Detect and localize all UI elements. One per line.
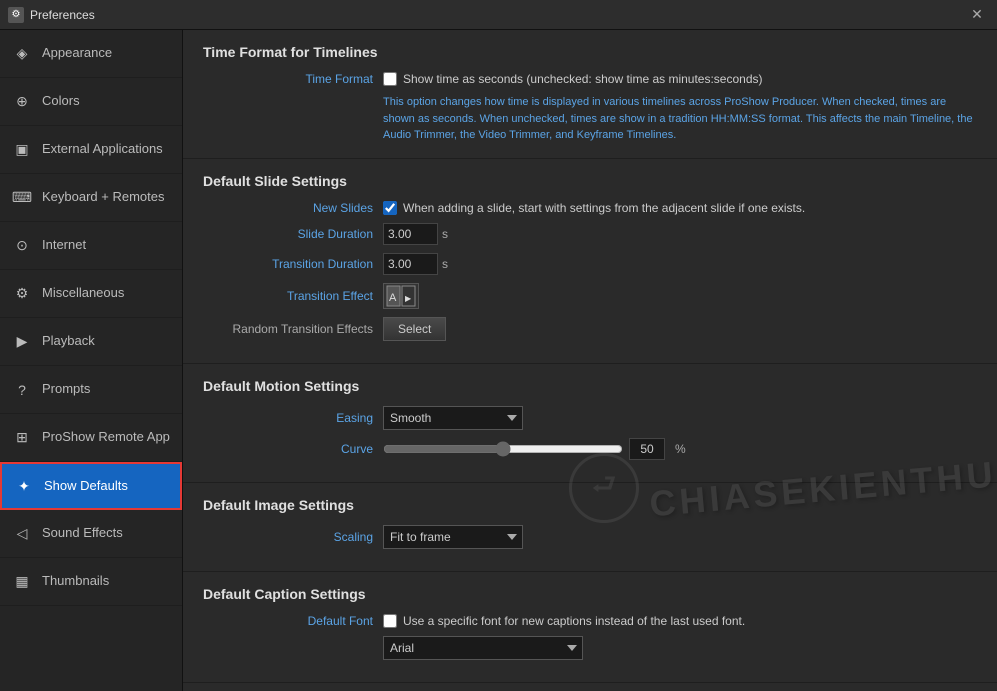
section-title-time-format: Time Format for Timelines [203,44,977,60]
time-format-checkbox-wrapper: Show time as seconds (unchecked: show ti… [383,72,763,86]
transition-duration-input[interactable] [383,253,438,275]
sidebar-item-appearance[interactable]: ◈ Appearance [0,30,182,78]
scaling-row: Scaling Fit to frame Fill frame Stretch … [203,525,977,549]
curve-label: Curve [203,442,373,456]
new-slides-checkbox-wrapper: When adding a slide, start with settings… [383,201,805,215]
select-transition-button[interactable]: Select [383,317,446,341]
section-default-caption: Default Caption Settings Default Font Us… [183,572,997,683]
sidebar-item-colors[interactable]: ⊕ Colors [0,78,182,126]
section-title-default-image: Default Image Settings [203,497,977,513]
sidebar-item-label-internet: Internet [42,237,86,254]
sidebar-item-prompts[interactable]: ? Prompts [0,366,182,414]
scaling-dropdown[interactable]: Fit to frame Fill frame Stretch to frame… [383,525,523,549]
svg-text:▶: ▶ [405,294,412,303]
default-font-label: Default Font [203,614,373,628]
playback-icon: ▶ [12,332,32,352]
time-format-label: Time Format [203,72,373,86]
section-title-default-caption: Default Caption Settings [203,586,977,602]
default-font-checkbox[interactable] [383,614,397,628]
section-time-format: Time Format for Timelines Time Format Sh… [183,30,997,159]
transition-effect-row: Transition Effect A ▶ [203,283,977,309]
slide-duration-unit: s [442,227,448,241]
sidebar-item-label-colors: Colors [42,93,80,110]
sidebar-item-label-sound-effects: Sound Effects [42,525,123,542]
sidebar-item-label-prompts: Prompts [42,381,90,398]
sidebar: ◈ Appearance ⊕ Colors ▣ External Applica… [0,30,183,691]
time-format-row: Time Format Show time as seconds (unchec… [203,72,977,86]
transition-duration-row: Transition Duration s [203,253,977,275]
sidebar-item-label-external-applications: External Applications [42,141,163,158]
sidebar-item-sound-effects[interactable]: ◁ Sound Effects [0,510,182,558]
sidebar-item-internet[interactable]: ⊙ Internet [0,222,182,270]
curve-unit: % [675,442,686,456]
miscellaneous-icon: ⚙ [12,284,32,304]
content-area: Time Format for Timelines Time Format Sh… [183,30,997,691]
svg-text:A: A [389,292,397,304]
slide-duration-input[interactable] [383,223,438,245]
title-bar-title: Preferences [30,8,965,22]
sidebar-item-label-miscellaneous: Miscellaneous [42,285,124,302]
sidebar-item-thumbnails[interactable]: ▦ Thumbnails [0,558,182,606]
proshow-remote-icon: ⊞ [12,428,32,448]
sidebar-item-label-thumbnails: Thumbnails [42,573,109,590]
time-format-checkbox[interactable] [383,72,397,86]
sidebar-item-keyboard-remotes[interactable]: ⌨ Keyboard + Remotes [0,174,182,222]
external-applications-icon: ▣ [12,140,32,160]
new-slides-row: New Slides When adding a slide, start wi… [203,201,977,215]
font-dropdown[interactable]: Arial Times New Roman Calibri Verdana [383,636,583,660]
thumbnails-icon: ▦ [12,572,32,592]
default-font-row: Default Font Use a specific font for new… [203,614,977,628]
title-bar: ⚙ Preferences ✕ [0,0,997,30]
font-select-row: Arial Times New Roman Calibri Verdana [203,636,977,660]
easing-row: Easing Smooth Linear Ease In Ease Out [203,406,977,430]
transition-duration-unit: s [442,257,448,271]
default-font-checkbox-label: Use a specific font for new captions ins… [403,614,745,628]
show-defaults-icon: ✦ [14,476,34,496]
sidebar-item-miscellaneous[interactable]: ⚙ Miscellaneous [0,270,182,318]
transition-effect-label: Transition Effect [203,289,373,303]
sidebar-item-label-keyboard-remotes: Keyboard + Remotes [42,189,164,206]
sidebar-item-show-defaults[interactable]: ✦ Show Defaults [0,462,182,510]
default-font-checkbox-wrapper: Use a specific font for new captions ins… [383,614,745,628]
sidebar-item-proshow-remote-app[interactable]: ⊞ ProShow Remote App [0,414,182,462]
prompts-icon: ? [12,380,32,400]
sound-effects-icon: ◁ [12,524,32,544]
sidebar-item-label-proshow-remote-app: ProShow Remote App [42,429,170,446]
scaling-label: Scaling [203,530,373,544]
curve-control: % [383,438,686,460]
easing-dropdown[interactable]: Smooth Linear Ease In Ease Out [383,406,523,430]
section-default-slide: Default Slide Settings New Slides When a… [183,159,997,364]
section-default-image: Default Image Settings Scaling Fit to fr… [183,483,997,572]
sidebar-item-label-playback: Playback [42,333,95,350]
sidebar-item-external-applications[interactable]: ▣ External Applications [0,126,182,174]
curve-slider[interactable] [383,440,623,458]
colors-icon: ⊕ [12,92,32,112]
sidebar-item-label-show-defaults: Show Defaults [44,478,128,495]
time-format-checkbox-label: Show time as seconds (unchecked: show ti… [403,72,763,86]
internet-icon: ⊙ [12,236,32,256]
new-slides-label: New Slides [203,201,373,215]
keyboard-icon: ⌨ [12,188,32,208]
new-slides-checkbox[interactable] [383,201,397,215]
slide-duration-row: Slide Duration s [203,223,977,245]
slide-duration-label: Slide Duration [203,227,373,241]
transition-duration-label: Transition Duration [203,257,373,271]
easing-label: Easing [203,411,373,425]
transition-effect-preview[interactable]: A ▶ [383,283,419,309]
time-format-info-text: This option changes how time is displaye… [383,94,977,144]
section-title-default-slide: Default Slide Settings [203,173,977,189]
sidebar-item-label-appearance: Appearance [42,45,112,62]
random-transition-label: Random Transition Effects [203,322,373,336]
new-slides-checkbox-label: When adding a slide, start with settings… [403,201,805,215]
appearance-icon: ◈ [12,44,32,64]
section-title-default-motion: Default Motion Settings [203,378,977,394]
app-icon: ⚙ [8,7,24,23]
random-transition-row: Random Transition Effects Select [203,317,977,341]
close-button[interactable]: ✕ [965,5,989,25]
curve-row: Curve % [203,438,977,460]
section-default-motion: Default Motion Settings Easing Smooth Li… [183,364,997,483]
main-layout: ◈ Appearance ⊕ Colors ▣ External Applica… [0,30,997,691]
sidebar-item-playback[interactable]: ▶ Playback [0,318,182,366]
curve-value-input[interactable] [629,438,665,460]
